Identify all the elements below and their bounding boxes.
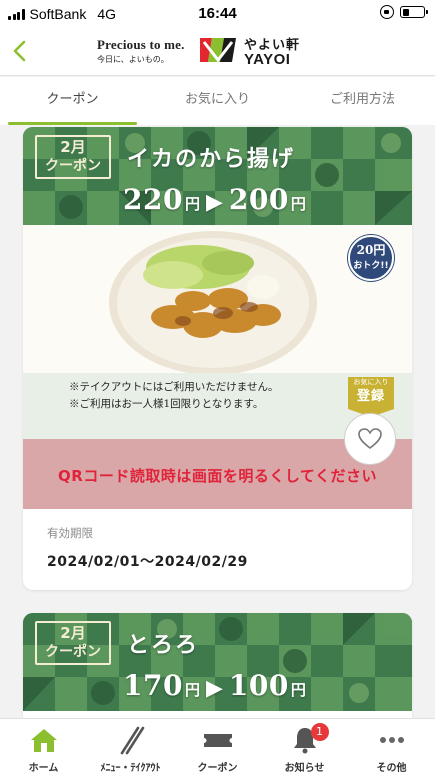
tab-coupon[interactable]: クーポン <box>0 77 145 125</box>
nav-notifications-label: お知らせ <box>284 763 325 774</box>
old-price: 170 <box>123 669 183 702</box>
status-right <box>380 5 428 19</box>
qr-notice-text: QRコード読取時は画面を明るくしてください <box>58 467 377 485</box>
more-icon <box>379 737 404 743</box>
notes-list: ※テイクアウトにはご利用いただけません。 ※ご利用はお一人様1回限りとなります。 <box>69 379 278 413</box>
clock: 16:44 <box>198 5 237 22</box>
ticket-icon <box>203 734 232 747</box>
coupon-banner: 2月 クーポン とろろ 170 円 ▶ 100 円 <box>23 613 412 711</box>
price-arrow: ▶ <box>205 189 223 215</box>
register-label: 登録 <box>356 389 385 404</box>
new-price-yen: 円 <box>290 195 306 213</box>
month-badge: 2月 クーポン <box>35 621 111 665</box>
new-price-yen: 円 <box>290 681 306 699</box>
home-icon <box>30 729 57 752</box>
old-price-yen: 円 <box>184 195 200 213</box>
note-once: ※ご利用はお一人様1回限りとなります。 <box>69 398 264 410</box>
register-small-label: お気に入り <box>353 378 389 386</box>
favorite-button[interactable] <box>344 413 396 465</box>
nav-menu-takeout[interactable]: ﾒﾆｭｰ・ﾃｲｸｱｳﾄ <box>87 719 174 777</box>
nav-coupon-label: クーポン <box>197 763 238 774</box>
bottom-nav: ホーム ﾒﾆｭｰ・ﾃｲｸｱｳﾄ クーポン 1 お知らせ その他 <box>0 718 435 777</box>
coupon-month: 2月 <box>60 624 86 642</box>
discount-label: おトク!! <box>353 261 389 271</box>
tab-how-to-use[interactable]: ご利用方法 <box>290 77 435 125</box>
coupon-item-name: イカのから揚げ <box>127 147 296 172</box>
coupon-banner: 2月 クーポン イカのから揚げ 220 円 ▶ 200 円 <box>23 127 412 225</box>
discount-value: 20円 <box>356 243 386 257</box>
status-bar: SoftBank 4G 16:44 <box>0 0 435 28</box>
heart-icon <box>358 428 382 449</box>
coupon-label: クーポン <box>45 644 101 660</box>
coupon-price: 220 円 ▶ 200 円 <box>123 183 306 216</box>
app-header: Precious to me. 今日に、よいもの。 やよい軒 YAYOI <box>0 28 435 76</box>
coupon-item-name: とろろ <box>127 633 200 658</box>
validity-section: 有効期限 2024/02/01〜2024/02/29 <box>23 509 412 571</box>
brand-tagline: Precious to me. 今日に、よいもの。 <box>97 37 185 65</box>
coupon-label: クーポン <box>45 158 101 174</box>
price-arrow: ▶ <box>205 675 223 701</box>
qr-notice-area: QRコード読取時は画面を明るくしてください <box>23 413 412 509</box>
rotation-lock-icon <box>380 5 394 19</box>
nav-more-label: その他 <box>376 763 407 774</box>
brand-en: YAYOI <box>244 51 291 68</box>
nav-menu-label: ﾒﾆｭｰ・ﾃｲｸｱｳﾄ <box>100 763 161 774</box>
coupon-month: 2月 <box>60 138 86 156</box>
tab-bar: クーポン お気に入り ご利用方法 <box>0 77 435 125</box>
validity-label: 有効期限 <box>47 526 93 540</box>
nav-more[interactable]: その他 <box>348 719 435 777</box>
coupon-card[interactable]: 2月 クーポン イカのから揚げ 220 円 ▶ 200 円 20円 おトク!! … <box>23 127 412 590</box>
old-price-yen: 円 <box>184 681 200 699</box>
month-badge: 2月 クーポン <box>35 135 111 179</box>
validity-value: 2024/02/01〜2024/02/29 <box>47 554 248 570</box>
tagline-text: Precious to me. <box>97 37 185 52</box>
notification-badge: 1 <box>310 723 329 741</box>
tagline-sub-text: 今日に、よいもの。 <box>97 55 169 64</box>
food-photo-area: 20円 おトク!! <box>23 225 412 373</box>
favorite-register-badge: お気に入り 登録 <box>348 377 394 417</box>
nav-notifications[interactable]: 1 お知らせ <box>261 719 348 777</box>
nav-home-label: ホーム <box>28 763 59 774</box>
brand-logo-text: やよい軒 YAYOI <box>244 34 300 68</box>
battery-icon <box>400 6 428 18</box>
chevron-left-icon <box>13 40 26 62</box>
nav-home[interactable]: ホーム <box>0 719 87 777</box>
back-button[interactable] <box>6 36 36 66</box>
old-price: 220 <box>123 183 183 216</box>
new-price: 200 <box>228 183 289 216</box>
chopsticks-icon <box>120 726 144 755</box>
nav-coupon[interactable]: クーポン <box>174 719 261 777</box>
note-takeout: ※テイクアウトにはご利用いただけません。 <box>69 381 279 393</box>
tab-favorites[interactable]: お気に入り <box>145 77 290 125</box>
coupon-price: 170 円 ▶ 100 円 <box>123 669 306 702</box>
yayoi-logo-icon <box>198 34 238 66</box>
discount-badge: 20円 おトク!! <box>348 235 394 281</box>
new-price: 100 <box>228 669 289 702</box>
